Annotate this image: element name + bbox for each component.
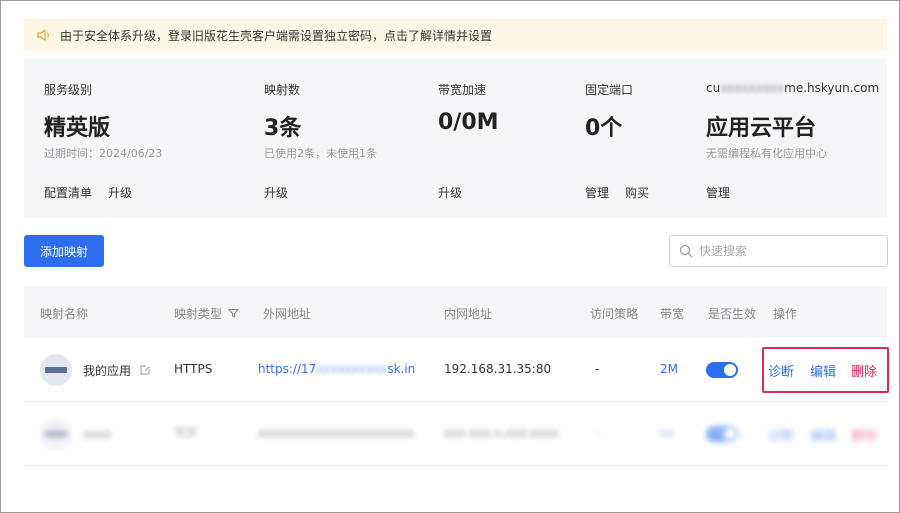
header-external: 外网地址 [263, 307, 312, 321]
header-ops: 操作 [773, 307, 798, 321]
enabled-toggle[interactable] [706, 362, 738, 378]
edit-button[interactable]: 编辑 [810, 361, 836, 380]
app-avatar-icon [40, 354, 72, 386]
external-address[interactable]: xxxxxxxxxxxxxxxxxxxxxx [258, 426, 414, 440]
stat-label: 映射数 [264, 83, 301, 97]
stat-sub: 无需编程私有化应用中心 [706, 147, 827, 160]
buy-link[interactable]: 购买 [625, 184, 649, 201]
add-mapping-button[interactable]: 添加映射 [24, 235, 104, 267]
app-avatar-icon [40, 418, 72, 450]
internal-address: 192.168.31.35:80 [444, 362, 552, 376]
enabled-toggle[interactable] [706, 426, 738, 442]
search-box[interactable] [669, 235, 888, 267]
delete-button[interactable]: 删除 [851, 361, 877, 380]
diagnose-button[interactable]: 诊断 [768, 425, 794, 444]
notice-text[interactable]: 由于安全体系升级，登录旧版花生壳客户端需设置独立密码，点击了解详情并设置 [60, 27, 492, 44]
header-bandwidth: 带宽 [660, 307, 685, 321]
search-icon [679, 244, 693, 258]
mapping-type: HTTPS [174, 362, 213, 376]
stat-value: 应用云平台 [706, 116, 817, 141]
bandwidth-link[interactable]: 2M [660, 362, 678, 376]
stat-label: 服务级别 [44, 83, 93, 97]
notice-bar[interactable]: 由于安全体系升级，登录旧版花生壳客户端需设置独立密码，点击了解详情并设置 [24, 19, 887, 51]
header-name: 映射名称 [40, 307, 89, 321]
access-policy: - [595, 426, 600, 440]
upgrade-link[interactable]: 升级 [438, 184, 462, 201]
edit-icon[interactable] [139, 364, 151, 376]
stat-domain-label: cuxxxxxxxxxme.hskyun.com [706, 81, 880, 95]
stat-value: 0个 [585, 116, 623, 141]
table-header: 映射名称 映射类型 外网地址 内网地址 访问策略 带宽 是否生效 操作 [24, 286, 887, 338]
header-type[interactable]: 映射类型 [174, 305, 240, 322]
external-address-link[interactable]: https://17 xxxxxxxxxx sk.in [258, 362, 415, 376]
manage-link[interactable]: 管理 [585, 184, 609, 201]
stat-sub: 已使用2条，未使用1条 [264, 147, 377, 160]
mapping-name-cell: xxxx [40, 418, 111, 450]
stat-value: 精英版 [44, 116, 111, 141]
service-stats-panel: 服务级别 精英版 过期时间：2024/06/23 配置清单 升级 映射数 3条 … [24, 58, 887, 218]
stat-value: 0/0M [438, 110, 499, 135]
manage-link[interactable]: 管理 [706, 184, 730, 201]
stat-value: 3条 [264, 116, 302, 141]
edit-button[interactable]: 编辑 [810, 425, 836, 444]
filter-icon[interactable] [228, 308, 240, 319]
access-policy: - [595, 362, 600, 376]
stat-label: 固定端口 [585, 83, 634, 97]
bandwidth-link[interactable]: xx [660, 426, 674, 440]
internal-address: xxx.xxx.x.xxx:xxxx [444, 426, 559, 440]
header-policy: 访问策略 [590, 307, 639, 321]
diagnose-button[interactable]: 诊断 [768, 361, 794, 380]
search-input[interactable] [699, 244, 879, 258]
mapping-name-cell: 我的应用 [40, 354, 151, 386]
speaker-icon [37, 29, 49, 41]
config-list-link[interactable]: 配置清单 [44, 184, 92, 201]
delete-button[interactable]: 删除 [851, 425, 877, 444]
table-row: xxxx TCP xxxxxxxxxxxxxxxxxxxxxx xxx.xxx.… [24, 402, 887, 466]
header-internal: 内网地址 [444, 307, 493, 321]
app-frame: 由于安全体系升级，登录旧版花生壳客户端需设置独立密码，点击了解详情并设置 服务级… [0, 0, 900, 513]
upgrade-link[interactable]: 升级 [264, 184, 288, 201]
header-enabled: 是否生效 [708, 307, 757, 321]
mapping-name: xxxx [83, 427, 112, 441]
upgrade-link[interactable]: 升级 [108, 184, 132, 201]
table-row: 我的应用 HTTPS https://17 xxxxxxxxxx sk.in 192… [24, 338, 889, 402]
mapping-name: 我的应用 [83, 363, 132, 378]
stat-label: 带宽加速 [438, 83, 487, 97]
stat-sub: 过期时间：2024/06/23 [44, 147, 163, 160]
mapping-type: TCP [174, 426, 197, 440]
